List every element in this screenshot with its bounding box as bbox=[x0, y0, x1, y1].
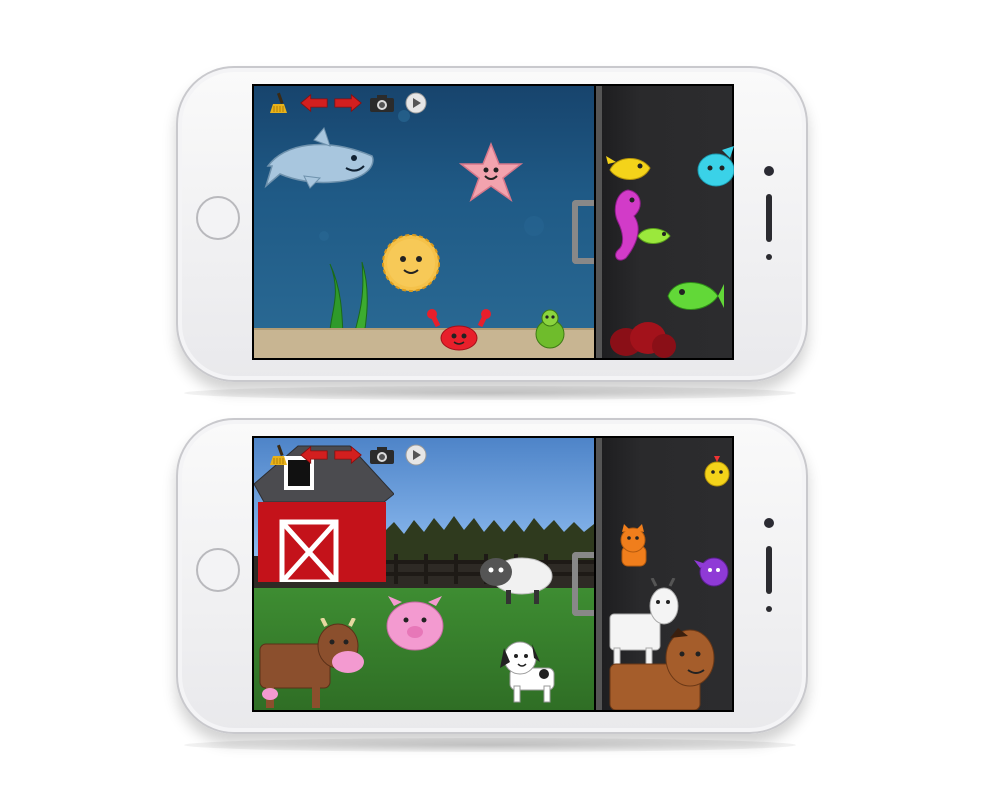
starfish-sticker[interactable] bbox=[459, 142, 523, 202]
broom-icon[interactable] bbox=[266, 443, 294, 467]
arrow-right-icon[interactable] bbox=[334, 443, 362, 467]
camera-icon[interactable] bbox=[368, 443, 396, 467]
phone-shadow bbox=[184, 386, 796, 400]
play-icon[interactable] bbox=[402, 91, 430, 115]
home-button[interactable] bbox=[196, 196, 240, 240]
front-camera-icon bbox=[764, 518, 774, 528]
toolbar bbox=[266, 90, 430, 116]
chick-sticker[interactable] bbox=[702, 452, 732, 492]
horse-sticker[interactable] bbox=[608, 628, 728, 710]
turtle-sticker[interactable] bbox=[528, 306, 572, 354]
dog-sticker[interactable] bbox=[496, 634, 568, 704]
crab-sticker[interactable] bbox=[426, 306, 492, 354]
screen-farm bbox=[252, 436, 734, 712]
speaker-slot bbox=[766, 546, 772, 594]
phone-shadow bbox=[184, 738, 796, 752]
purple-bird-sticker[interactable] bbox=[694, 550, 734, 592]
sticker-tray bbox=[572, 86, 734, 358]
pufferfish-sticker[interactable] bbox=[372, 226, 450, 298]
toolbar bbox=[266, 442, 430, 468]
farm-scene[interactable] bbox=[254, 438, 594, 710]
arrow-left-icon[interactable] bbox=[300, 91, 328, 115]
sticker-tray bbox=[572, 438, 734, 710]
sheep-sticker[interactable] bbox=[476, 550, 556, 606]
sensor-dot bbox=[766, 254, 772, 260]
tray-handle[interactable] bbox=[572, 552, 594, 616]
phone-farm bbox=[176, 418, 808, 752]
tray-handle[interactable] bbox=[572, 200, 594, 264]
ocean-scene[interactable] bbox=[254, 86, 594, 358]
speaker-slot bbox=[766, 194, 772, 242]
cat-sticker[interactable] bbox=[612, 524, 654, 574]
arrow-right-icon[interactable] bbox=[334, 91, 362, 115]
green-fish-sticker[interactable] bbox=[636, 224, 676, 248]
coral-sticker[interactable] bbox=[606, 308, 676, 358]
camera-icon[interactable] bbox=[368, 91, 396, 115]
shark-sticker[interactable] bbox=[264, 126, 384, 190]
home-button[interactable] bbox=[196, 548, 240, 592]
yellow-fish-sticker[interactable] bbox=[606, 150, 656, 188]
screen-ocean bbox=[252, 84, 734, 360]
sensor-dot bbox=[766, 606, 772, 612]
arrow-left-icon[interactable] bbox=[300, 443, 328, 467]
broom-icon[interactable] bbox=[266, 91, 294, 115]
cow-sticker[interactable] bbox=[256, 618, 366, 710]
play-icon[interactable] bbox=[402, 443, 430, 467]
phone-ocean bbox=[176, 66, 808, 400]
blue-fish-sticker[interactable] bbox=[694, 144, 734, 192]
pig-sticker[interactable] bbox=[382, 594, 448, 654]
front-camera-icon bbox=[764, 166, 774, 176]
